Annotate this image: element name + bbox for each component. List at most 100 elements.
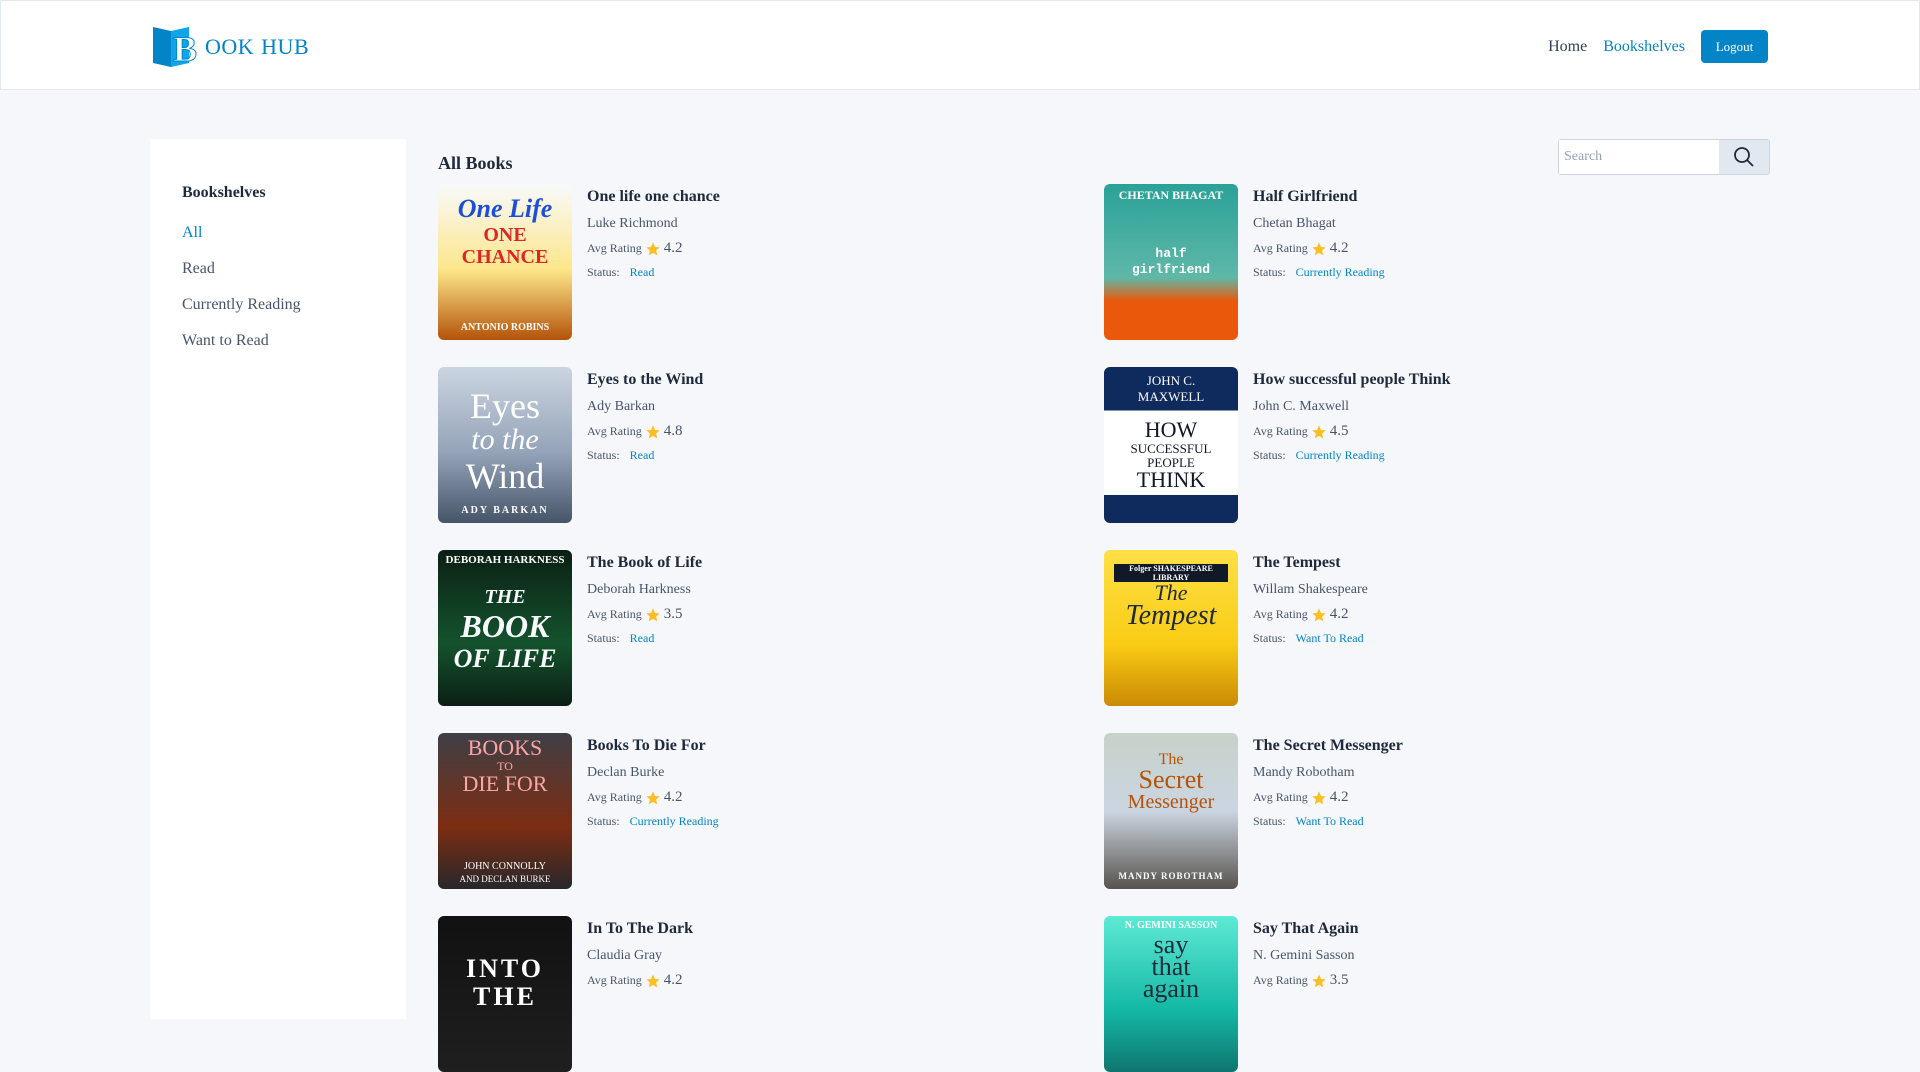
star-icon [1312, 241, 1326, 255]
logout-button[interactable]: Logout [1701, 30, 1768, 63]
search-bar [1558, 139, 1770, 175]
book-cover[interactable]: N. GEMINI SASSON say that again [1104, 916, 1238, 1072]
shelf-item-read[interactable]: Read [182, 260, 215, 278]
avg-rating-label: Avg Rating [587, 790, 642, 804]
avg-rating-label: Avg Rating [1253, 607, 1308, 621]
cover-text: again [1142, 974, 1200, 1003]
book-cover[interactable]: INTO THE [438, 916, 572, 1072]
cover-text: BOOK [460, 608, 550, 644]
cover-text: ADY BARKAN [461, 505, 549, 516]
book-rating: Avg Rating 4.8 [587, 423, 703, 440]
cover-text: ONE [483, 224, 527, 246]
book-author: N. Gemini Sasson [1253, 948, 1355, 963]
cover-text: One Life [457, 194, 553, 223]
book-card[interactable]: N. GEMINI SASSON say that again Say That… [1104, 916, 1744, 1072]
cover-text: DEBORAH HARKNESS [445, 554, 565, 566]
book-status: Status: Read [587, 265, 720, 280]
svg-text:B: B [173, 29, 197, 69]
book-cover[interactable]: The Secret Messenger MANDY ROBOTHAM [1104, 733, 1238, 889]
book-author: Deborah Harkness [587, 582, 691, 597]
page-title: All Books [438, 153, 513, 173]
top-navbar: B OOK HUB Home Bookshelves Logout [0, 0, 1920, 90]
book-status: Status: Currently Reading [1253, 265, 1385, 280]
book-title[interactable]: The Tempest [1253, 554, 1368, 572]
cover-text: Messenger [1127, 791, 1215, 813]
book-title[interactable]: Eyes to the Wind [587, 371, 703, 389]
book-card[interactable]: DEBORAH HARKNESS THE BOOK OF LIFE The Bo… [438, 550, 1078, 706]
status-label: Status: [587, 631, 620, 645]
book-title[interactable]: In To The Dark [587, 920, 693, 938]
star-icon [646, 973, 660, 987]
book-author: Mandy Robotham [1253, 765, 1355, 780]
book-rating: Avg Rating 4.5 [1253, 423, 1451, 440]
avg-rating-label: Avg Rating [587, 424, 642, 438]
rating-value: 4.5 [1329, 423, 1349, 439]
book-title[interactable]: One life one chance [587, 188, 720, 206]
book-card[interactable]: BOOKS TO DIE FOR JOHN CONNOLLY AND DECLA… [438, 733, 1078, 889]
status-label: Status: [1253, 265, 1286, 279]
book-title[interactable]: Say That Again [1253, 920, 1359, 938]
avg-rating-label: Avg Rating [1253, 973, 1308, 987]
avg-rating-label: Avg Rating [587, 973, 642, 987]
book-info: Half Girlfriend Chetan Bhagat Avg Rating… [1253, 184, 1385, 280]
shelf-item-want-to-read[interactable]: Want to Read [182, 332, 269, 350]
avg-rating-label: Avg Rating [587, 607, 642, 621]
book-title[interactable]: Half Girlfriend [1253, 188, 1385, 206]
nav-home-link[interactable]: Home [1548, 38, 1587, 56]
book-rating: Avg Rating 4.2 [587, 240, 720, 257]
cover-text: girlfriend [1131, 262, 1210, 277]
book-cover[interactable]: BOOKS TO DIE FOR JOHN CONNOLLY AND DECLA… [438, 733, 572, 889]
cover-text: THE [473, 982, 537, 1011]
book-cover[interactable]: One Life ONE CHANCE ANTONIO ROBINS [438, 184, 572, 340]
book-cover[interactable]: JOHN C. MAXWELL HOW SUCCESSFUL PEOPLE TH… [1104, 367, 1238, 523]
book-rating: Avg Rating 4.2 [1253, 789, 1403, 806]
book-author: Chetan Bhagat [1253, 216, 1336, 231]
book-cover[interactable]: CHETAN BHAGAT half girlfriend [1104, 184, 1238, 340]
cover-text: CHANCE [461, 246, 549, 268]
book-cover[interactable]: Eyes to the Wind ADY BARKAN [438, 367, 572, 523]
book-card[interactable]: INTO THE In To The Dark Claudia Gray Avg… [438, 916, 1078, 1072]
book-cover[interactable]: Folger SHAKESPEARE LIBRARY The Tempest [1104, 550, 1238, 706]
book-status: Status: Currently Reading [587, 814, 719, 829]
rating-value: 4.2 [663, 972, 683, 988]
book-status: Status: Want To Read [1253, 631, 1368, 646]
nav-bookshelves-link[interactable]: Bookshelves [1603, 38, 1685, 56]
shelf-item-currently-reading[interactable]: Currently Reading [182, 296, 301, 314]
book-card[interactable]: Eyes to the Wind ADY BARKAN Eyes to the … [438, 367, 1078, 523]
book-card[interactable]: One Life ONE CHANCE ANTONIO ROBINS One l… [438, 184, 1078, 340]
search-button[interactable] [1719, 140, 1769, 174]
book-title[interactable]: The Book of Life [587, 554, 702, 572]
book-rating: Avg Rating 3.5 [587, 606, 702, 623]
status-value: Read [629, 448, 655, 462]
book-author: Claudia Gray [587, 948, 663, 963]
cover-text: Wind [465, 456, 545, 496]
book-logo-icon: B [153, 27, 198, 69]
cover-text: AND DECLAN BURKE [459, 874, 551, 884]
book-card[interactable]: CHETAN BHAGAT half girlfriend Half Girlf… [1104, 184, 1744, 340]
bookhub-logo[interactable]: B OOK HUB [151, 22, 309, 70]
book-title[interactable]: How successful people Think [1253, 371, 1451, 389]
status-label: Status: [1253, 814, 1286, 828]
cover-text: OF LIFE [453, 644, 557, 673]
cover-text: ANTONIO ROBINS [460, 322, 550, 333]
book-cover[interactable]: DEBORAH HARKNESS THE BOOK OF LIFE [438, 550, 572, 706]
book-rating: Avg Rating 3.5 [1253, 972, 1359, 989]
book-title[interactable]: Books To Die For [587, 737, 719, 755]
status-label: Status: [1253, 448, 1286, 462]
star-icon [1312, 424, 1326, 438]
status-value: Currently Reading [629, 814, 719, 828]
star-icon [646, 241, 660, 255]
shelf-item-all[interactable]: All [182, 224, 202, 242]
rating-value: 4.8 [663, 423, 683, 439]
book-info: How successful people Think John C. Maxw… [1253, 367, 1451, 463]
book-card[interactable]: JOHN C. MAXWELL HOW SUCCESSFUL PEOPLE TH… [1104, 367, 1744, 523]
search-input[interactable] [1559, 140, 1719, 174]
book-card[interactable]: Folger SHAKESPEARE LIBRARY The Tempest T… [1104, 550, 1744, 706]
book-title[interactable]: The Secret Messenger [1253, 737, 1403, 755]
star-icon [646, 607, 660, 621]
book-rating: Avg Rating 4.2 [587, 972, 693, 989]
status-label: Status: [587, 814, 620, 828]
book-card[interactable]: The Secret Messenger MANDY ROBOTHAM The … [1104, 733, 1744, 889]
book-rating: Avg Rating 4.2 [587, 789, 719, 806]
status-value: Want To Read [1295, 631, 1364, 645]
